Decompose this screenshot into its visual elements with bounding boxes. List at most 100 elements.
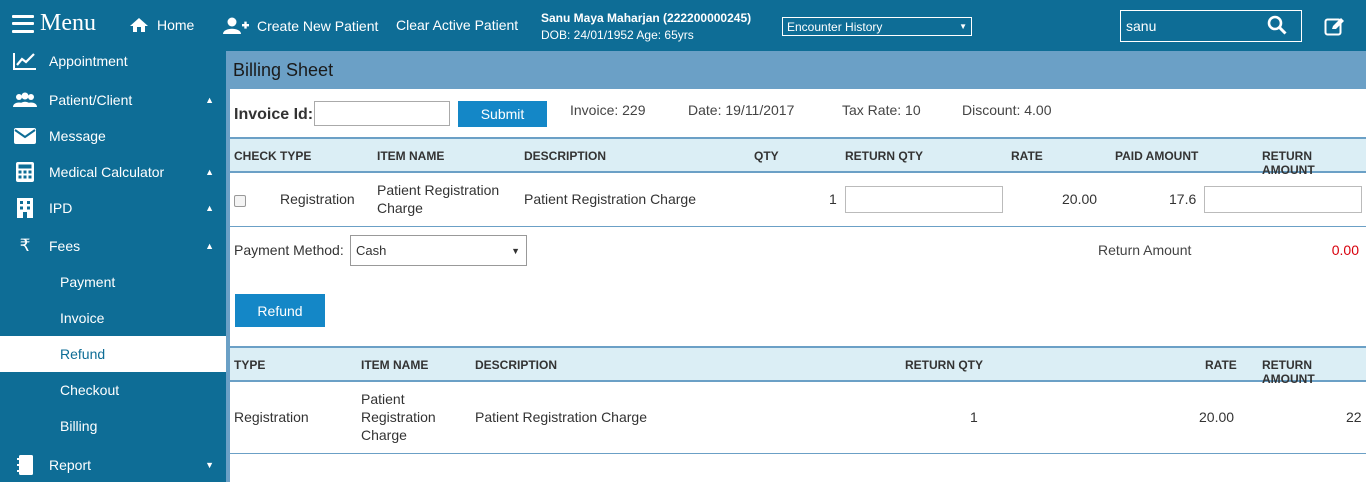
col-header-item-name: ITEM NAME (377, 149, 445, 163)
edit-icon[interactable] (1324, 16, 1346, 39)
col-header-return-qty: RETURN QTY (845, 149, 923, 163)
refund-row-description: Patient Registration Charge (475, 409, 647, 425)
caret-up-icon: ▲ (205, 203, 214, 213)
row-description: Patient Registration Charge (524, 191, 696, 207)
col-header-rate: RATE (1205, 358, 1237, 372)
patient-dob: DOB: 24/01/1952 Age: 65yrs (541, 28, 694, 42)
return-amount-input[interactable] (1204, 186, 1362, 213)
invoice-number: Invoice: 229 (570, 102, 646, 118)
sidebar-item-medical-calculator[interactable]: Medical Calculator ▲ (0, 154, 226, 190)
refund-row-type: Registration (234, 409, 309, 425)
row-paid-amount: 17.6 (1169, 191, 1197, 207)
clear-patient-link[interactable]: Clear Active Patient (396, 17, 518, 33)
col-header-paid-amount: PAID AMOUNT (1115, 149, 1199, 163)
row-item-name-line2: Charge (377, 200, 423, 216)
tax-rate: Tax Rate: 10 (842, 102, 921, 118)
sidebar-item-label: IPD (49, 200, 73, 216)
sidebar-subitem-billing[interactable]: Billing (0, 408, 226, 444)
invoice-id-label: Invoice Id: (234, 106, 314, 123)
sidebar-item-message[interactable]: Message (0, 118, 226, 154)
row-item-name-line1: Patient Registration (377, 182, 500, 198)
home-label: Home (157, 17, 195, 33)
refund-row-return-qty: 1 (970, 409, 978, 425)
return-qty-input[interactable] (845, 186, 1003, 213)
invoice-date: Date: 19/11/2017 (688, 102, 795, 118)
refund-button[interactable]: Refund (235, 294, 325, 327)
menu-button[interactable]: Menu (12, 10, 96, 37)
sidebar-item-ipd[interactable]: IPD ▲ (0, 190, 226, 226)
row-divider (230, 226, 1366, 227)
chart-line-icon (13, 52, 37, 70)
caret-down-icon: ▼ (205, 460, 214, 470)
envelope-icon (13, 128, 37, 144)
col-header-description: DESCRIPTION (524, 149, 607, 163)
building-icon (13, 198, 37, 218)
payment-method-label: Payment Method: (234, 242, 344, 258)
encounter-select-value: Encounter History (787, 19, 883, 34)
row-qty: 1 (829, 191, 837, 207)
calculator-icon (13, 162, 37, 182)
sidebar-item-appointment[interactable]: Appointment (0, 43, 226, 79)
col-header-rate: RATE (1011, 149, 1043, 163)
search-input[interactable] (1121, 18, 1261, 34)
payment-method-value: Cash (356, 243, 387, 258)
active-patient-info: Sanu Maya Maharjan (222200000245) DOB: 2… (541, 10, 751, 44)
sidebar-divider (226, 51, 230, 482)
menu-label: Menu (40, 10, 96, 36)
col-header-item-name: ITEM NAME (361, 358, 429, 372)
home-icon (130, 18, 148, 32)
sidebar-subitem-invoice[interactable]: Invoice (0, 300, 226, 336)
create-patient-label: Create New Patient (257, 18, 379, 34)
rupee-icon: ₹ (19, 236, 31, 256)
refund-table-header: TYPE ITEM NAME DESCRIPTION RETURN QTY RA… (230, 346, 1366, 386)
submit-button[interactable]: Submit (458, 101, 547, 127)
encounter-history-select[interactable]: Encounter History ▼ (782, 17, 972, 36)
sidebar-item-label: Fees (49, 238, 81, 254)
refund-row-return-amount: 22 (1346, 409, 1362, 425)
clear-patient-label: Clear Active Patient (396, 17, 519, 33)
sidebar: Appointment Patient/Client ▲ Message Med… (0, 51, 226, 482)
create-patient-link[interactable]: Create New Patient (223, 17, 378, 35)
discount: Discount: 4.00 (962, 102, 1052, 118)
caret-down-icon: ▼ (511, 245, 520, 256)
col-header-return-amount: RETURN AMOUNT (1262, 149, 1315, 177)
invoice-id-input[interactable] (314, 101, 450, 126)
row-type: Registration (280, 191, 355, 207)
refund-row-item-name-line1: Patient (361, 391, 405, 407)
users-icon (13, 92, 37, 108)
payment-method-select[interactable]: Cash ▼ (350, 235, 527, 266)
sidebar-item-report[interactable]: Report ▼ (0, 447, 226, 483)
col-header-return-amount: RETURN AMOUNT (1262, 358, 1315, 386)
col-header-check: CHECK (234, 149, 277, 163)
return-amount-value: 0.00 (1331, 242, 1359, 258)
col-header-type: TYPE (280, 149, 312, 163)
sidebar-subitem-refund[interactable]: Refund (0, 336, 226, 372)
sidebar-item-fees[interactable]: ₹ Fees ▲ (0, 228, 226, 264)
col-header-type: TYPE (234, 358, 266, 372)
patient-name: Sanu Maya Maharjan (222200000245) (541, 11, 752, 25)
search-icon[interactable] (1267, 15, 1287, 38)
refund-row-rate: 20.00 (1199, 409, 1235, 425)
sidebar-item-label: Report (49, 457, 92, 473)
refund-row-item-name-line2: Registration (361, 409, 436, 425)
user-plus-icon (223, 17, 249, 34)
sidebar-item-label: Patient/Client (49, 92, 133, 108)
sidebar-item-label: Appointment (49, 53, 128, 69)
caret-up-icon: ▲ (205, 241, 214, 251)
row-rate: 20.00 (1062, 191, 1098, 207)
sidebar-item-label: Message (49, 128, 106, 144)
billing-table-header: CHECK TYPE ITEM NAME DESCRIPTION QTY RET… (230, 137, 1366, 177)
notebook-icon (13, 455, 37, 475)
home-link[interactable]: Home (129, 17, 194, 33)
page-title: Billing Sheet (230, 51, 1366, 89)
sidebar-item-patient-client[interactable]: Patient/Client ▲ (0, 82, 226, 118)
caret-down-icon: ▼ (959, 22, 967, 31)
hamburger-icon (12, 14, 34, 33)
sidebar-subitem-checkout[interactable]: Checkout (0, 372, 226, 408)
search-box (1120, 10, 1302, 42)
row-checkbox[interactable] (234, 195, 246, 207)
row-divider (230, 453, 1366, 454)
sidebar-subitem-payment[interactable]: Payment (0, 264, 226, 300)
return-amount-label: Return Amount (1098, 242, 1192, 258)
col-header-return-qty: RETURN QTY (905, 358, 983, 372)
